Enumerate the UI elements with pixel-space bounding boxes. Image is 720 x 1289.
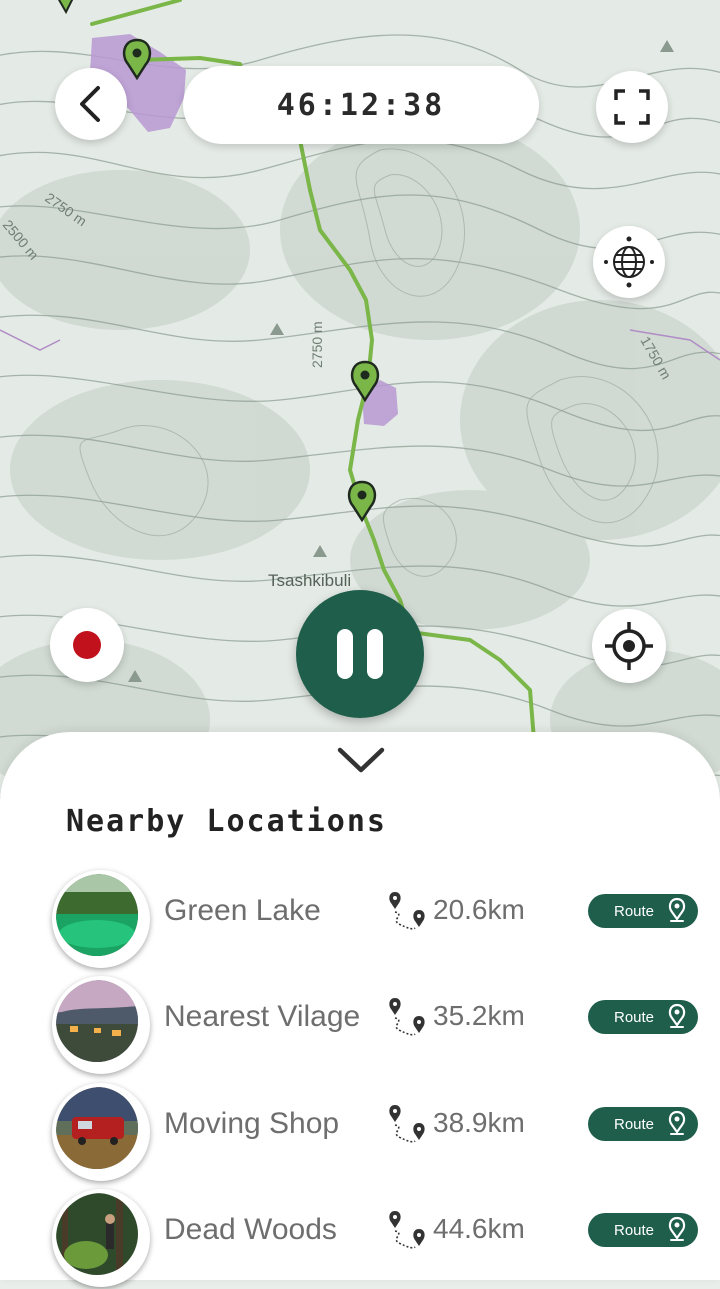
globe-icon (604, 236, 654, 288)
location-thumbnail (52, 1083, 150, 1181)
sheet-title: Nearby Locations (66, 804, 387, 839)
pause-button[interactable] (296, 590, 424, 718)
fullscreen-button[interactable] (596, 71, 668, 143)
location-distance: 44.6km (433, 1213, 525, 1244)
location-name: Moving Shop (164, 1107, 340, 1140)
route-button[interactable]: Route (588, 1000, 698, 1034)
record-icon (73, 631, 101, 659)
location-thumbnail (52, 976, 150, 1074)
route-button[interactable]: Route (588, 894, 698, 928)
route-label: Route (614, 1115, 655, 1133)
fullscreen-icon (614, 89, 650, 125)
location-row[interactable]: Nearest Vilage 35.2km Route (0, 976, 720, 1076)
route-label: Route (614, 1008, 655, 1026)
locate-button[interactable] (592, 609, 666, 683)
location-row[interactable]: Dead Woods 44.6km Route (0, 1189, 720, 1289)
location-name: Green Lake (164, 894, 321, 927)
map-pin-icon (668, 1110, 686, 1135)
crosshair-icon (605, 622, 653, 670)
distance-route-icon (389, 1211, 425, 1249)
distance-route-icon (389, 892, 425, 930)
route-button[interactable]: Route (588, 1107, 698, 1141)
map-pin-icon (668, 897, 686, 922)
location-name: Nearest Vilage (164, 1000, 361, 1033)
chevron-left-icon (80, 86, 100, 122)
chevron-down-icon[interactable] (336, 744, 386, 778)
location-thumbnail (52, 870, 150, 968)
route-label: Route (614, 902, 655, 920)
distance-route-icon (389, 998, 425, 1036)
back-button[interactable] (55, 68, 127, 140)
elevation-label: 2750 m (309, 321, 325, 368)
map-pin-icon (668, 1216, 686, 1241)
elapsed-timer: 46:12:38 (183, 66, 539, 144)
place-label: Tsashkibuli (268, 571, 351, 590)
location-distance: 38.9km (433, 1107, 525, 1138)
record-button[interactable] (50, 608, 124, 682)
location-distance: 35.2km (433, 1000, 525, 1031)
location-name: Dead Woods (164, 1213, 337, 1246)
location-row[interactable]: Moving Shop 38.9km Route (0, 1083, 720, 1183)
location-row[interactable]: Green Lake 20.6km Route (0, 870, 720, 970)
route-button[interactable]: Route (588, 1213, 698, 1247)
route-label: Route (614, 1221, 655, 1239)
map-pin-icon (668, 1003, 686, 1028)
pause-icon (367, 629, 383, 679)
location-distance: 20.6km (433, 894, 525, 925)
distance-route-icon (389, 1105, 425, 1143)
location-thumbnail (52, 1189, 150, 1287)
pause-icon (337, 629, 353, 679)
globe-button[interactable] (593, 226, 665, 298)
